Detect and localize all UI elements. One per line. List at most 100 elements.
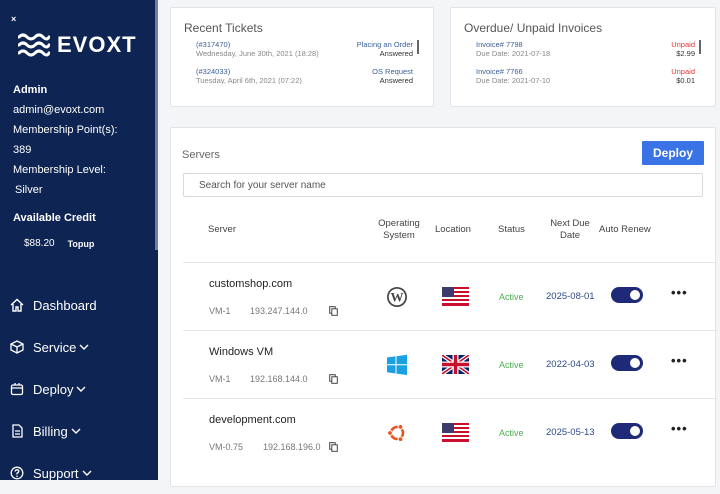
more-options-icon[interactable]: ••• [671,421,688,436]
ticket-item[interactable]: (#324033) Tuesday, April 6th, 2021 (07:2… [196,67,413,84]
ticket-id: (#324033) [196,67,231,76]
server-search-input[interactable] [183,173,703,197]
status-badge: Active [499,360,524,370]
auto-renew-toggle[interactable] [611,423,643,439]
server-ip: 193.247.144.0 [250,306,308,316]
invoice-due-date: Due Date: 2021-07-10 [476,76,551,84]
invoice-item[interactable]: Invoice# 7798 Due Date: 2021-07-18 Unpai… [476,40,695,58]
ticket-subject: OS Request [372,67,413,76]
tickets-list: (#317470) Wednesday, June 30th, 2021 (18… [196,40,413,84]
credit-amount: $88.20 [24,238,55,249]
membership-points-value: 389 [13,144,32,156]
server-plan: VM-0.75 [209,442,244,452]
membership-points-label: Membership Point(s): [13,124,118,136]
profile-info: Admin admin@evoxt.com Membership Point(s… [13,80,118,200]
wordpress-icon: W [387,287,407,307]
ticket-id: (#317470) [196,40,231,49]
home-icon [10,298,24,312]
chevron-down-icon [76,386,86,392]
server-ip: 192.168.144.0 [250,374,308,384]
invoice-status: Unpaid [671,67,695,76]
header-status: Status [498,224,525,235]
more-options-icon[interactable]: ••• [671,285,688,300]
sidebar-nav: Dashboard Service Deploy Billing Support [10,284,150,494]
invoice-amount: $0.01 [676,76,695,84]
sidebar-item-service[interactable]: Service [10,326,150,368]
copy-icon[interactable] [329,374,338,384]
chevron-down-icon [79,344,89,350]
auto-renew-toggle[interactable] [611,355,643,371]
profile-email: admin@evoxt.com [13,104,105,116]
invoice-due-date: Due Date: 2021-07-18 [476,49,551,58]
sidebar-item-deploy[interactable]: Deploy [10,368,150,410]
more-options-icon[interactable]: ••• [671,353,688,368]
sidebar-scrollbar[interactable] [155,0,158,250]
invoice-id: Invoice# 7766 [476,67,523,76]
server-ip: 192.168.196.0 [263,442,321,452]
server-row[interactable]: Windows VM VM-1 192.168.144.0 Active 202… [183,330,717,398]
topup-link[interactable]: Topup [68,239,95,249]
next-due-date: 2022-04-03 [546,359,595,370]
server-row[interactable]: customshop.com VM-1 193.247.144.0 W Acti… [183,262,717,330]
header-server: Server [208,224,236,235]
tickets-scrollbar[interactable] [417,40,419,54]
ticket-date: Wednesday, June 30th, 2021 (18:28) [196,49,319,58]
ticket-date: Tuesday, April 6th, 2021 (07:22) [196,76,302,84]
sidebar-item-support[interactable]: Support [10,452,150,494]
auto-renew-toggle[interactable] [611,287,643,303]
status-badge: Active [499,292,524,302]
invoice-amount: $2.99 [676,49,695,58]
header-location: Location [435,224,471,235]
server-name[interactable]: Windows VM [209,346,273,358]
credit-row: $88.20 Topup [24,238,94,249]
server-name[interactable]: customshop.com [209,278,292,290]
sidebar-item-dashboard[interactable]: Dashboard [10,284,150,326]
chevron-down-icon [71,428,81,434]
unpaid-invoices-title: Overdue/ Unpaid Invoices [464,21,603,35]
chevron-down-icon [82,470,92,476]
next-due-date: 2025-05-13 [546,427,595,438]
sidebar-item-billing[interactable]: Billing [10,410,150,452]
us-flag-icon [442,287,469,306]
logo[interactable]: EVOXT [18,32,137,58]
invoice-status: Unpaid [671,40,695,49]
us-flag-icon [442,423,469,442]
help-icon [10,466,24,480]
unpaid-invoices-card: Overdue/ Unpaid Invoices Invoice# 7798 D… [450,7,716,107]
sidebar: × EVOXT Admin admin@evoxt.com Membership… [0,0,158,481]
header-operating-system: Operating System [378,218,420,241]
recent-tickets-card: Recent Tickets (#317470) Wednesday, June… [170,7,434,107]
toggle-knob [630,426,640,436]
sidebar-item-label: Billing [33,423,68,439]
ticket-status: Answered [379,49,413,58]
membership-level-label: Membership Level: [13,164,106,176]
copy-icon[interactable] [329,442,338,452]
logo-text: EVOXT [57,32,137,57]
sidebar-item-label: Support [33,465,79,481]
deploy-button[interactable]: Deploy [642,141,704,165]
toggle-knob [630,290,640,300]
document-icon [12,424,23,438]
server-name[interactable]: development.com [209,414,296,426]
server-row[interactable]: development.com VM-0.75 192.168.196.0 Ac… [183,398,717,466]
available-credit-title: Available Credit [13,212,96,224]
server-plan: VM-1 [209,374,231,384]
invoices-scrollbar[interactable] [699,40,701,54]
invoice-item[interactable]: Invoice# 7766 Due Date: 2021-07-10 Unpai… [476,67,695,84]
windows-icon [387,354,407,375]
ticket-item[interactable]: (#317470) Wednesday, June 30th, 2021 (18… [196,40,413,58]
sidebar-item-label: Deploy [33,381,74,397]
next-due-date: 2025-08-01 [546,291,595,302]
waves-logo-icon [18,33,50,57]
copy-icon[interactable] [329,306,338,316]
status-badge: Active [499,428,524,438]
box-icon [10,340,24,354]
sidebar-item-label: Service [33,339,77,355]
close-sidebar-button[interactable]: × [11,14,16,24]
invoice-id: Invoice# 7798 [476,40,523,49]
invoices-list: Invoice# 7798 Due Date: 2021-07-18 Unpai… [476,40,695,84]
toggle-knob [630,358,640,368]
ticket-subject: Placing an Order [356,40,413,49]
sidebar-item-label: Dashboard [33,297,97,313]
ubuntu-icon [387,424,405,443]
